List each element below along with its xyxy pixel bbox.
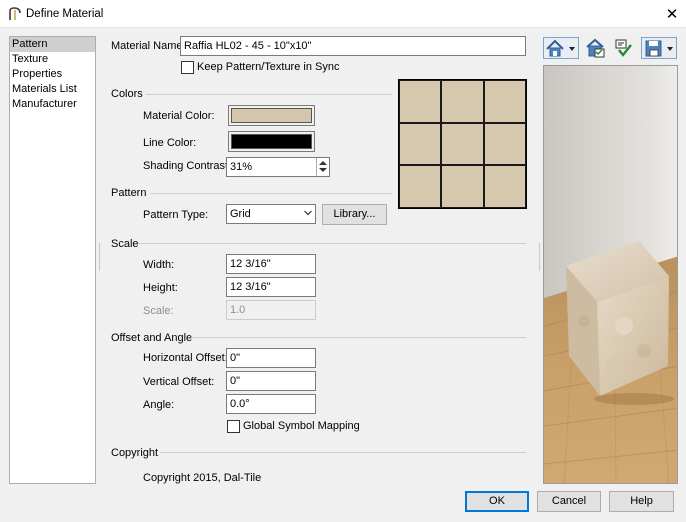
copyright-divider [160,452,526,453]
material-view-icon [586,38,605,58]
resize-grip-right [539,243,540,271]
shading-contrast-input[interactable]: 31% [226,157,330,177]
house-view-button[interactable] [543,37,579,59]
title-bar: Define Material ✕ [0,0,686,28]
sidebar-item-properties[interactable]: Properties [10,67,95,82]
shading-contrast-value: 31% [230,161,253,173]
preview-tile [441,122,484,166]
scale-divider [139,243,526,244]
library-button[interactable]: Library... [322,204,387,225]
material-view-button[interactable] [584,37,608,59]
horizontal-offset-label: Horizontal Offset: [143,352,228,364]
spin-down-icon[interactable] [319,168,327,172]
material-color-swatch [231,108,312,123]
material-name-input[interactable]: Raffia HL02 - 45 - 10"x10" [180,36,526,56]
width-label: Width: [143,259,175,271]
scale-label: Scale: [143,305,174,317]
preview-tile [441,80,484,123]
check-button[interactable] [611,37,635,59]
pattern-type-value: Grid [230,208,251,220]
shading-contrast-spinner[interactable] [316,158,328,176]
sidebar-item-manufacturer[interactable]: Manufacturer [10,97,95,112]
angle-input[interactable]: 0.0° [226,394,316,414]
material-color-label: Material Color: [143,110,215,122]
app-icon [9,7,21,20]
copyright-heading: Copyright [111,447,159,459]
sidebar: Pattern Texture Properties Materials Lis… [9,36,96,484]
resize-grip-left [99,243,100,271]
colors-divider [146,94,392,95]
help-button[interactable]: Help [609,491,674,512]
check-icon [615,39,632,57]
horizontal-offset-input[interactable]: 0" [226,348,316,368]
preview-tile [399,165,442,208]
material-render-preview [543,65,678,484]
global-symbol-mapping-checkbox[interactable] [227,420,240,433]
preview-tile [483,122,526,166]
global-symbol-mapping-label: Global Symbol Mapping [243,420,360,432]
vertical-offset-input[interactable]: 0" [226,371,316,391]
angle-label: Angle: [143,399,175,411]
copyright-text: Copyright 2015, Dal-Tile [143,472,262,484]
pattern-divider [150,193,392,194]
preview-tile [441,165,484,208]
preview-tile [399,80,442,123]
save-view-button[interactable] [641,37,677,59]
keep-sync-checkbox[interactable] [181,61,194,74]
cancel-button[interactable]: Cancel [537,491,601,512]
preview-tile [399,122,442,166]
offset-angle-divider [191,337,526,338]
pattern-type-select[interactable]: Grid [226,204,316,224]
window-title: Define Material [26,8,104,20]
scale-input: 1.0 [226,300,316,320]
preview-tile [483,165,526,208]
offset-angle-heading: Offset and Angle [111,332,193,344]
save-view-icon [645,40,673,57]
chevron-down-icon [304,210,312,216]
material-color-button[interactable] [228,105,315,126]
height-input[interactable]: 12 3/16" [226,277,316,297]
spin-up-icon[interactable] [319,161,327,165]
keep-sync-label: Keep Pattern/Texture in Sync [197,61,340,73]
close-icon[interactable]: ✕ [664,5,680,23]
sidebar-item-pattern[interactable]: Pattern [10,37,95,52]
pattern-preview [398,79,527,209]
scale-heading: Scale [111,238,139,250]
house-view-icon [546,39,575,57]
ok-button[interactable]: OK [465,491,529,512]
height-label: Height: [143,282,178,294]
sidebar-item-materials-list[interactable]: Materials List [10,82,95,97]
line-color-label: Line Color: [143,137,197,149]
width-input[interactable]: 12 3/16" [226,254,316,274]
pattern-type-label: Pattern Type: [143,209,209,221]
material-name-label: Material Name: [111,40,186,52]
render-scene [544,66,677,483]
vertical-offset-label: Vertical Offset: [143,376,215,388]
line-color-swatch [231,134,312,149]
colors-heading: Colors [111,88,143,100]
preview-tile [483,80,526,123]
line-color-button[interactable] [228,131,315,152]
shading-contrast-label: Shading Contrast: [143,160,232,172]
sidebar-item-texture[interactable]: Texture [10,52,95,67]
pattern-heading: Pattern [111,187,147,199]
